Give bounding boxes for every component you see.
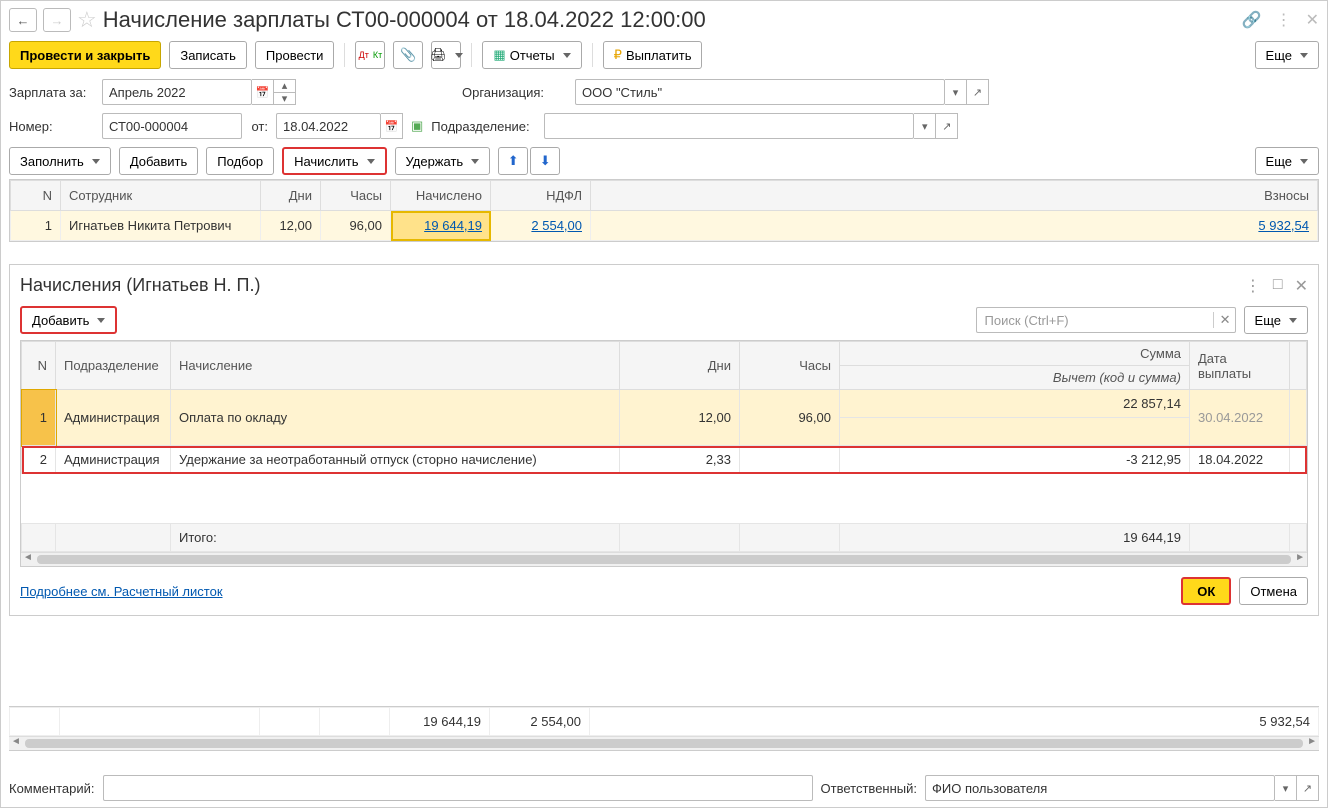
- table-toolbar: Заполнить Добавить Подбор Начислить Удер…: [9, 147, 1319, 175]
- cancel-button[interactable]: Отмена: [1239, 577, 1308, 605]
- responsible-label: Ответственный:: [821, 781, 917, 796]
- open-icon[interactable]: ↗: [936, 113, 958, 139]
- accruals-table[interactable]: N Подразделение Начисление Дни Часы Сумм…: [20, 340, 1308, 567]
- col-accrued[interactable]: Начислено: [391, 181, 491, 211]
- panel-title: Начисления (Игнатьев Н. П.): [20, 275, 261, 296]
- col-contrib[interactable]: Взносы: [591, 181, 1318, 211]
- table-row[interactable]: 2 Администрация Удержание за неотработан…: [22, 446, 1307, 474]
- fill-button[interactable]: Заполнить: [9, 147, 111, 175]
- salary-for-label: Зарплата за:: [9, 85, 94, 100]
- spinner-down-icon[interactable]: ▾: [274, 92, 296, 105]
- main-horizontal-scrollbar[interactable]: [9, 736, 1319, 750]
- number-input[interactable]: СТ00-000004: [102, 113, 242, 139]
- clear-search-icon[interactable]: ✕: [1213, 312, 1231, 328]
- pay-button[interactable]: ₽ Выплатить: [603, 41, 703, 69]
- accruals-panel: Начисления (Игнатьев Н. П.) ⋮ □ ✕ Добави…: [9, 264, 1319, 616]
- app-window: ← → ☆ Начисление зарплаты СТ00-000004 от…: [0, 0, 1328, 808]
- table-more-button[interactable]: Еще: [1255, 147, 1319, 175]
- salary-for-input[interactable]: Апрель 2022 📅 ▴ ▾: [102, 79, 296, 105]
- open-icon[interactable]: ↗: [1297, 775, 1319, 801]
- search-input[interactable]: Поиск (Ctrl+F) ✕: [976, 307, 1236, 333]
- print-button[interactable]: 🖨: [431, 41, 461, 69]
- accrue-button[interactable]: Начислить: [282, 147, 386, 175]
- payslip-link[interactable]: Подробнее см. Расчетный листок: [20, 584, 223, 599]
- date-label: от:: [250, 119, 268, 134]
- col-ndfl[interactable]: НДФЛ: [491, 181, 591, 211]
- post-and-close-button[interactable]: Провести и закрыть: [9, 41, 161, 69]
- panel-maximize-icon[interactable]: □: [1273, 276, 1283, 296]
- favorite-icon[interactable]: ☆: [77, 7, 97, 33]
- ok-button[interactable]: ОК: [1181, 577, 1231, 605]
- col-n[interactable]: N: [11, 181, 61, 211]
- dropdown-icon[interactable]: ▾: [945, 79, 967, 105]
- dcol-dept[interactable]: Подразделение: [56, 342, 171, 390]
- post-button[interactable]: Провести: [255, 41, 335, 69]
- employees-table[interactable]: N Сотрудник Дни Часы Начислено НДФЛ Взно…: [9, 179, 1319, 242]
- col-hours[interactable]: Часы: [321, 181, 391, 211]
- form-area: Зарплата за: Апрель 2022 📅 ▴ ▾ Организац…: [9, 79, 1319, 139]
- nav-forward-button[interactable]: →: [43, 8, 71, 32]
- dcol-paydate[interactable]: Дата выплаты: [1190, 342, 1290, 390]
- dept-label: Подразделение:: [431, 119, 536, 134]
- titlebar: ← → ☆ Начисление зарплаты СТ00-000004 от…: [9, 7, 1319, 33]
- dropdown-icon[interactable]: ▾: [1275, 775, 1297, 801]
- comment-input[interactable]: [103, 775, 813, 801]
- col-days[interactable]: Дни: [261, 181, 321, 211]
- reports-button[interactable]: ▦ Отчеты: [482, 41, 581, 69]
- open-icon[interactable]: ↗: [967, 79, 989, 105]
- dropdown-icon[interactable]: ▾: [914, 113, 936, 139]
- org-input[interactable]: ООО "Стиль" ▾ ↗: [575, 79, 989, 105]
- attach-button[interactable]: 📎: [393, 41, 423, 69]
- registered-icon: ▣: [411, 118, 423, 134]
- dcol-sum[interactable]: Сумма: [840, 342, 1190, 366]
- totals-row: Итого: 19 644,19: [22, 524, 1307, 552]
- panel-more-button[interactable]: Еще: [1244, 306, 1308, 334]
- dcol-hours[interactable]: Часы: [740, 342, 840, 390]
- move-down-button[interactable]: ⬇: [530, 147, 560, 175]
- statusbar: Комментарий: Ответственный: ФИО пользова…: [9, 775, 1319, 801]
- dcol-deduction[interactable]: Вычет (код и сумма): [840, 366, 1190, 390]
- save-button[interactable]: Записать: [169, 41, 247, 69]
- window-title: Начисление зарплаты СТ00-000004 от 18.04…: [103, 7, 706, 33]
- responsible-input[interactable]: ФИО пользователя ▾ ↗: [925, 775, 1319, 801]
- pick-button[interactable]: Подбор: [206, 147, 274, 175]
- kebab-icon[interactable]: ⋮: [1276, 10, 1292, 30]
- debit-credit-button[interactable]: ДтКт: [355, 41, 385, 69]
- number-label: Номер:: [9, 119, 94, 134]
- panel-kebab-icon[interactable]: ⋮: [1245, 276, 1261, 296]
- col-employee[interactable]: Сотрудник: [61, 181, 261, 211]
- withhold-button[interactable]: Удержать: [395, 147, 491, 175]
- add-button[interactable]: Добавить: [119, 147, 198, 175]
- calendar-icon[interactable]: 📅: [252, 79, 274, 105]
- link-icon[interactable]: 🔗: [1242, 10, 1262, 30]
- dcol-n[interactable]: N: [22, 342, 56, 390]
- close-icon[interactable]: ✕: [1306, 10, 1319, 30]
- table-row[interactable]: 1 Администрация Оплата по окладу 12,00 9…: [22, 390, 1307, 418]
- panel-add-button[interactable]: Добавить: [20, 306, 117, 334]
- horizontal-scrollbar[interactable]: [21, 552, 1307, 566]
- move-up-button[interactable]: ⬆: [498, 147, 528, 175]
- nav-back-button[interactable]: ←: [9, 8, 37, 32]
- panel-close-icon[interactable]: ✕: [1295, 276, 1308, 296]
- org-label: Организация:: [462, 85, 567, 100]
- calendar-icon[interactable]: 📅: [381, 113, 403, 139]
- main-toolbar: Провести и закрыть Записать Провести ДтК…: [9, 41, 1319, 69]
- table-row[interactable]: 1 Игнатьев Никита Петрович 12,00 96,00 1…: [11, 211, 1318, 241]
- dcol-days[interactable]: Дни: [620, 342, 740, 390]
- dcol-accrual[interactable]: Начисление: [171, 342, 620, 390]
- bottom-totals: 19 644,19 2 554,00 5 932,54: [9, 706, 1319, 751]
- date-input[interactable]: 18.04.2022 📅: [276, 113, 403, 139]
- ndfl-link[interactable]: 2 554,00: [531, 218, 582, 233]
- accrued-link[interactable]: 19 644,19: [424, 218, 482, 233]
- spinner-up-icon[interactable]: ▴: [274, 79, 296, 92]
- more-button[interactable]: Еще: [1255, 41, 1319, 69]
- dept-input[interactable]: ▾ ↗: [544, 113, 958, 139]
- comment-label: Комментарий:: [9, 781, 95, 796]
- contrib-link[interactable]: 5 932,54: [1258, 218, 1309, 233]
